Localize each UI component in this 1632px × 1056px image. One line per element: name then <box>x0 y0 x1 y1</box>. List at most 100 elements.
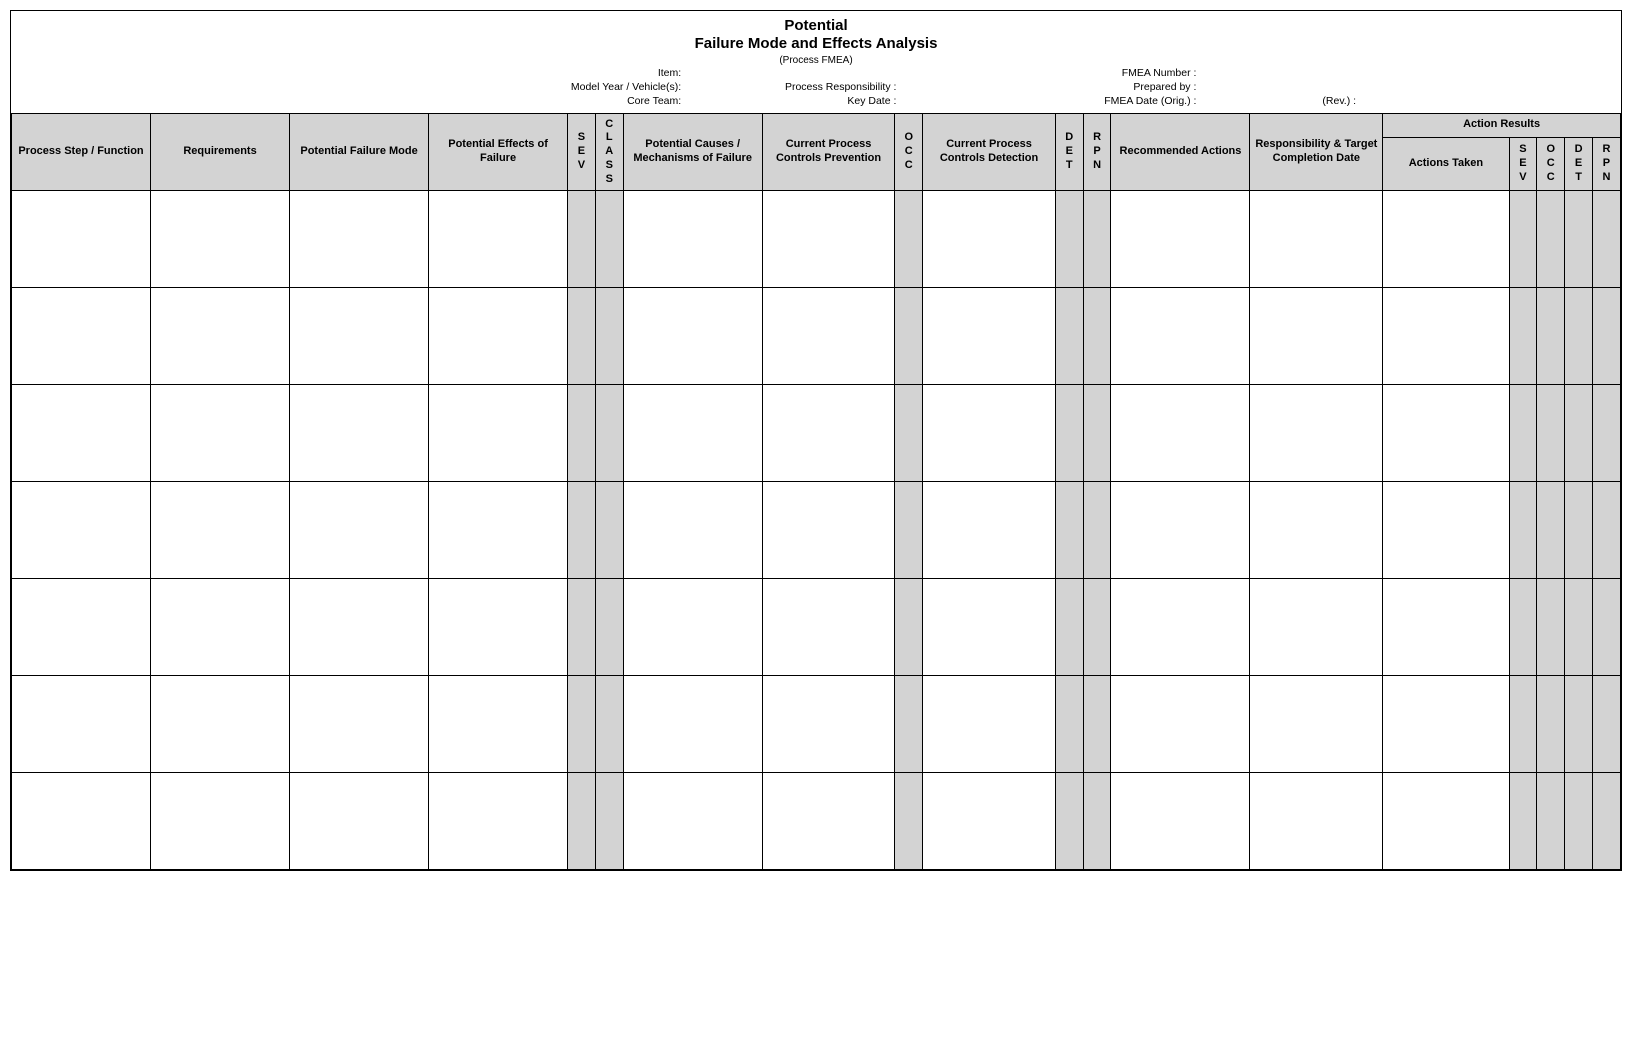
table-cell[interactable] <box>1111 482 1250 579</box>
table-cell[interactable] <box>895 482 923 579</box>
table-cell[interactable] <box>1509 773 1537 870</box>
table-cell[interactable] <box>12 676 151 773</box>
table-cell[interactable] <box>1083 191 1111 288</box>
table-cell[interactable] <box>12 288 151 385</box>
table-cell[interactable] <box>762 385 895 482</box>
table-cell[interactable] <box>1055 482 1083 579</box>
table-cell[interactable] <box>1055 288 1083 385</box>
table-cell[interactable] <box>923 385 1056 482</box>
table-cell[interactable] <box>923 288 1056 385</box>
table-cell[interactable] <box>923 773 1056 870</box>
table-cell[interactable] <box>1111 676 1250 773</box>
table-cell[interactable] <box>429 191 568 288</box>
table-cell[interactable] <box>1083 773 1111 870</box>
table-cell[interactable] <box>1383 191 1509 288</box>
table-cell[interactable] <box>1592 482 1620 579</box>
table-cell[interactable] <box>895 579 923 676</box>
table-cell[interactable] <box>895 385 923 482</box>
table-cell[interactable] <box>623 579 762 676</box>
table-cell[interactable] <box>1250 191 1383 288</box>
table-cell[interactable] <box>1383 579 1509 676</box>
table-cell[interactable] <box>1509 482 1537 579</box>
table-cell[interactable] <box>568 676 596 773</box>
table-cell[interactable] <box>1592 773 1620 870</box>
table-cell[interactable] <box>1565 385 1593 482</box>
table-cell[interactable] <box>762 191 895 288</box>
table-cell[interactable] <box>1592 288 1620 385</box>
table-cell[interactable] <box>1111 773 1250 870</box>
table-cell[interactable] <box>595 676 623 773</box>
table-cell[interactable] <box>1383 482 1509 579</box>
table-cell[interactable] <box>1055 579 1083 676</box>
table-cell[interactable] <box>1565 676 1593 773</box>
table-cell[interactable] <box>1111 385 1250 482</box>
table-cell[interactable] <box>623 482 762 579</box>
table-cell[interactable] <box>1250 773 1383 870</box>
table-cell[interactable] <box>1111 288 1250 385</box>
table-cell[interactable] <box>1111 191 1250 288</box>
table-cell[interactable] <box>1537 482 1565 579</box>
table-cell[interactable] <box>1509 676 1537 773</box>
table-cell[interactable] <box>568 773 596 870</box>
table-cell[interactable] <box>595 288 623 385</box>
table-cell[interactable] <box>1083 385 1111 482</box>
table-cell[interactable] <box>429 773 568 870</box>
table-cell[interactable] <box>1083 482 1111 579</box>
table-cell[interactable] <box>623 385 762 482</box>
table-cell[interactable] <box>623 676 762 773</box>
table-cell[interactable] <box>1250 579 1383 676</box>
table-cell[interactable] <box>12 385 151 482</box>
table-cell[interactable] <box>1250 482 1383 579</box>
table-cell[interactable] <box>762 676 895 773</box>
table-cell[interactable] <box>623 191 762 288</box>
table-cell[interactable] <box>762 773 895 870</box>
table-cell[interactable] <box>1565 482 1593 579</box>
table-cell[interactable] <box>1383 385 1509 482</box>
table-cell[interactable] <box>1083 288 1111 385</box>
table-cell[interactable] <box>923 579 1056 676</box>
table-cell[interactable] <box>1383 288 1509 385</box>
table-cell[interactable] <box>1111 579 1250 676</box>
table-cell[interactable] <box>1537 773 1565 870</box>
table-cell[interactable] <box>1592 579 1620 676</box>
table-cell[interactable] <box>1565 288 1593 385</box>
table-cell[interactable] <box>1592 676 1620 773</box>
table-cell[interactable] <box>1565 579 1593 676</box>
table-cell[interactable] <box>762 579 895 676</box>
table-cell[interactable] <box>595 773 623 870</box>
table-cell[interactable] <box>290 288 429 385</box>
table-cell[interactable] <box>1055 773 1083 870</box>
table-cell[interactable] <box>1537 385 1565 482</box>
table-cell[interactable] <box>151 191 290 288</box>
table-cell[interactable] <box>12 773 151 870</box>
table-cell[interactable] <box>1537 288 1565 385</box>
table-cell[interactable] <box>12 482 151 579</box>
table-cell[interactable] <box>1250 288 1383 385</box>
table-cell[interactable] <box>1055 191 1083 288</box>
table-cell[interactable] <box>623 288 762 385</box>
table-cell[interactable] <box>290 676 429 773</box>
table-cell[interactable] <box>1565 773 1593 870</box>
table-cell[interactable] <box>429 385 568 482</box>
table-cell[interactable] <box>429 482 568 579</box>
table-cell[interactable] <box>595 579 623 676</box>
table-cell[interactable] <box>923 191 1056 288</box>
table-cell[interactable] <box>568 385 596 482</box>
table-cell[interactable] <box>623 773 762 870</box>
table-cell[interactable] <box>1509 288 1537 385</box>
table-cell[interactable] <box>151 579 290 676</box>
table-cell[interactable] <box>151 385 290 482</box>
table-cell[interactable] <box>568 482 596 579</box>
table-cell[interactable] <box>895 773 923 870</box>
table-cell[interactable] <box>923 676 1056 773</box>
table-cell[interactable] <box>151 288 290 385</box>
table-cell[interactable] <box>290 773 429 870</box>
table-cell[interactable] <box>429 288 568 385</box>
table-cell[interactable] <box>1592 385 1620 482</box>
table-cell[interactable] <box>429 579 568 676</box>
table-cell[interactable] <box>568 191 596 288</box>
table-cell[interactable] <box>1565 191 1593 288</box>
table-cell[interactable] <box>290 482 429 579</box>
table-cell[interactable] <box>1509 579 1537 676</box>
table-cell[interactable] <box>290 579 429 676</box>
